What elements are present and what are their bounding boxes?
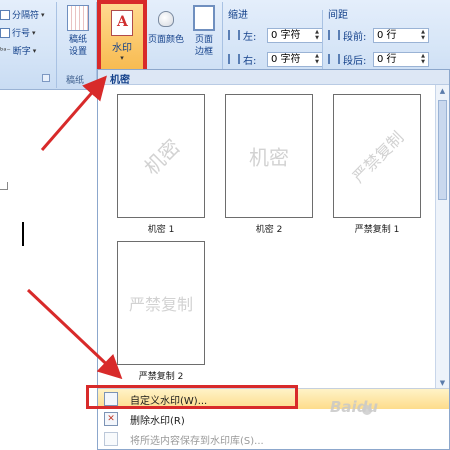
manuscript-group-label: 稿纸	[66, 76, 85, 86]
line-numbers-icon	[0, 27, 10, 38]
hyphenation-button[interactable]: ᵇᵃ⁻ 断字 ▾	[0, 43, 36, 58]
spacing-title: 间距	[328, 10, 348, 21]
breaks-icon	[0, 9, 10, 20]
margin-corner-mark	[0, 182, 8, 190]
indent-left-row: 左: 0 字符 ▲ ▼	[228, 27, 323, 43]
chevron-down-icon: ▾	[32, 28, 36, 37]
spinner-icon[interactable]: ▲ ▼	[419, 29, 427, 41]
remove-watermark-menu-item[interactable]: ✕ 删除水印(R)	[98, 409, 449, 429]
manuscript-paper-icon	[67, 5, 89, 31]
spacing-after-row: 段后: 0 行 ▲ ▼	[328, 51, 429, 67]
page-setup-launcher[interactable]	[42, 74, 50, 82]
indent-left-input[interactable]: 0 字符 ▲ ▼	[267, 27, 323, 43]
remove-watermark-icon: ✕	[104, 412, 118, 426]
spacing-after-icon	[328, 54, 340, 64]
indent-right-icon	[228, 54, 240, 64]
spacing-after-input[interactable]: 0 行 ▲ ▼	[373, 51, 429, 67]
text-cursor	[22, 222, 24, 246]
spacing-before-row: 段前: 0 行 ▲ ▼	[328, 27, 429, 43]
indent-left-icon	[228, 30, 240, 40]
indent-right-row: 右: 0 字符 ▲ ▼	[228, 51, 323, 67]
indent-right-input[interactable]: 0 字符 ▲ ▼	[267, 51, 323, 67]
chevron-down-icon: ▾	[32, 46, 37, 55]
baidu-paw-icon	[362, 405, 372, 415]
save-to-gallery-icon	[104, 432, 118, 446]
gallery-item-do-not-copy-1[interactable]: 严禁复制 严禁复制 1	[331, 94, 423, 235]
gallery-item-confidential-1[interactable]: 机密 机密 1	[115, 94, 207, 235]
gallery-item-do-not-copy-2[interactable]: 严禁复制 严禁复制 2	[115, 241, 207, 382]
spacing-before-input[interactable]: 0 行 ▲ ▼	[373, 27, 429, 43]
group-divider	[56, 2, 57, 88]
gallery-scrollbar[interactable]: ▲ ▼	[435, 85, 449, 390]
scrollbar-thumb[interactable]	[438, 100, 447, 200]
watermark-preview: 机密	[117, 94, 205, 218]
gallery-section-header: 机密	[98, 70, 449, 86]
paint-bucket-icon	[155, 5, 177, 31]
page-color-button[interactable]: 页面颜色	[147, 3, 185, 67]
annotation-highlight-watermark	[97, 0, 147, 80]
breaks-button[interactable]: 分隔符 ▾	[0, 7, 45, 22]
spacing-before-icon	[328, 30, 340, 40]
document-canvas[interactable]	[0, 90, 96, 450]
line-numbers-button[interactable]: 行号 ▾	[0, 25, 36, 40]
page-border-icon	[193, 5, 215, 31]
watermark-preview: 机密	[225, 94, 313, 218]
watermark-preview: 严禁复制	[333, 94, 421, 218]
spinner-icon[interactable]: ▲ ▼	[313, 53, 321, 65]
indent-title: 缩进	[228, 10, 248, 21]
spinner-icon[interactable]: ▲ ▼	[419, 53, 427, 65]
watermark-preview: 严禁复制	[117, 241, 205, 365]
scroll-up-icon[interactable]: ▲	[436, 85, 449, 98]
save-to-gallery-menu-item[interactable]: 将所选内容保存到水印库(S)...	[98, 429, 449, 449]
gallery-item-confidential-2[interactable]: 机密 机密 2	[223, 94, 315, 235]
group-divider	[322, 10, 323, 70]
page-borders-button[interactable]: 页面 边框	[186, 3, 222, 67]
annotation-highlight-custom-watermark	[86, 385, 298, 409]
chevron-down-icon: ▾	[41, 10, 45, 19]
hyphenation-icon: ᵇᵃ⁻	[0, 46, 11, 55]
spinner-icon[interactable]: ▲ ▼	[313, 29, 321, 41]
manuscript-settings-button[interactable]: 稿纸 设置	[60, 3, 96, 67]
